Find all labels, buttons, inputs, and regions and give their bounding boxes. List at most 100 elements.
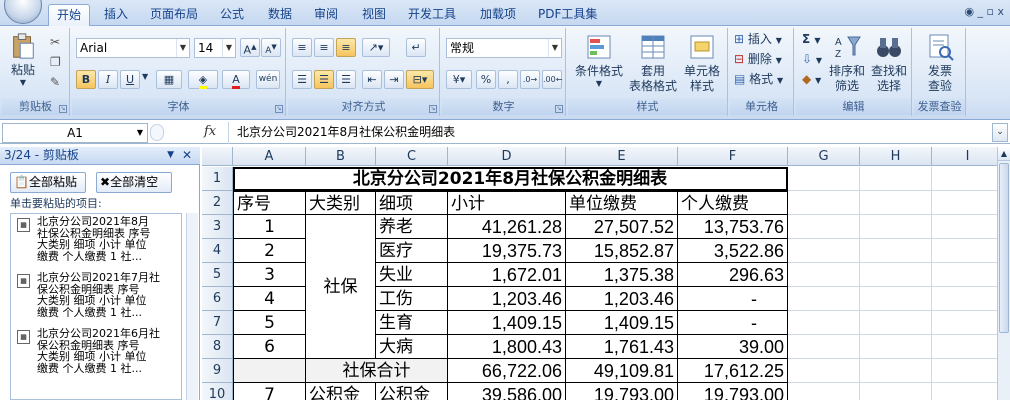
header-cell[interactable]: 小计 xyxy=(448,191,566,215)
empty-cells-area[interactable] xyxy=(788,167,997,400)
cell-styles-button[interactable]: 单元格 样式 xyxy=(678,32,726,95)
clipboard-item[interactable]: ▦ 北京分公司2021年8月 社保公积金明细表 序号 大类别 细项 小计 单位 … xyxy=(15,216,175,262)
seq-cell[interactable]: 5 xyxy=(233,311,306,335)
autosum-button[interactable]: Σ ▼ xyxy=(802,32,821,48)
item-cell[interactable]: 大病 xyxy=(376,335,448,359)
tab-addins[interactable]: 加载项 xyxy=(472,4,524,26)
company-pay-cell[interactable]: 15,852.87 xyxy=(566,239,678,263)
font-color-button[interactable]: A xyxy=(222,70,250,89)
item-cell[interactable]: 工伤 xyxy=(376,287,448,311)
underline-button[interactable]: U xyxy=(120,70,140,89)
scroll-up-icon[interactable]: ▲ xyxy=(998,147,1010,161)
increase-decimal-button[interactable]: .0→ xyxy=(520,70,540,89)
dialog-launcher-icon[interactable]: ↘ xyxy=(555,105,563,113)
clear-all-button[interactable]: ✖全部清空 xyxy=(96,172,172,193)
tab-insert[interactable]: 插入 xyxy=(96,4,136,26)
select-all-corner[interactable] xyxy=(202,147,233,166)
accounting-format-button[interactable]: ¥▾ xyxy=(446,70,472,89)
font-size-combo[interactable]: 14 ▼ xyxy=(194,38,236,58)
bold-button[interactable]: B xyxy=(76,70,96,89)
find-select-button[interactable]: 查找和 选择 xyxy=(868,32,910,95)
decrease-decimal-button[interactable]: .00← xyxy=(542,70,562,89)
grow-font-button[interactable]: A▲ xyxy=(240,38,260,57)
seq-cell[interactable]: 6 xyxy=(233,335,306,359)
clipboard-item[interactable]: ▦ 北京分公司2021年7月社 保公积金明细表 序号 大类别 细项 小计 单位 … xyxy=(15,272,175,318)
category-cell[interactable]: 社保 xyxy=(306,215,376,359)
phonetic-button[interactable]: wén xyxy=(256,70,280,89)
font-name-combo[interactable]: Arial ▼ xyxy=(76,38,190,58)
subtotal-cell[interactable]: 41,261.28 xyxy=(448,215,566,239)
header-cell[interactable]: 个人缴费 xyxy=(678,191,788,215)
format-painter-icon[interactable]: ✎ xyxy=(50,72,61,92)
column-header-e[interactable]: E xyxy=(566,147,678,166)
tab-developer[interactable]: 开发工具 xyxy=(400,4,464,26)
format-as-table-button[interactable]: 套用 表格格式 xyxy=(628,32,678,95)
number-format-combo[interactable]: 常规 ▼ xyxy=(446,38,562,58)
company-pay-cell[interactable]: 27,507.52 xyxy=(566,215,678,239)
pane-options-icon[interactable]: ▼ xyxy=(167,147,174,164)
dialog-launcher-icon[interactable]: ↘ xyxy=(59,105,67,113)
seq-cell[interactable]: 2 xyxy=(233,239,306,263)
subtotal-cell[interactable]: 1,672.01 xyxy=(448,263,566,287)
subtotal-blank-cell[interactable] xyxy=(233,359,306,383)
expand-formula-icon[interactable]: ⌄ xyxy=(992,123,1008,142)
row-header[interactable]: 2 xyxy=(202,191,233,215)
subtotal-label-cell[interactable]: 社保合计 xyxy=(306,359,448,383)
orientation-button[interactable]: ↗▾ xyxy=(362,38,390,57)
subtotal-cell[interactable]: 39,586.00 xyxy=(448,383,566,400)
category-cell[interactable]: 公积金 xyxy=(306,383,376,400)
tab-pdf-tools[interactable]: PDF工具集 xyxy=(530,4,605,26)
clipboard-scrollbar[interactable] xyxy=(186,213,198,400)
personal-pay-cell[interactable]: 19,793.00 xyxy=(678,383,788,400)
tab-page-layout[interactable]: 页面布局 xyxy=(142,4,206,26)
clipboard-item[interactable]: ▦ 北京分公司2021年6月社 保公积金明细表 序号 大类别 细项 小计 单位 … xyxy=(15,328,175,374)
copy-icon[interactable]: ❐ xyxy=(50,52,61,72)
company-pay-cell[interactable]: 1,375.38 xyxy=(566,263,678,287)
insert-cells-button[interactable]: ⊞ 插入 ▼ xyxy=(734,32,782,48)
align-center-button[interactable]: ☰ xyxy=(314,70,334,89)
align-middle-button[interactable]: ≡ xyxy=(314,38,334,57)
align-bottom-button[interactable]: ≡ xyxy=(336,38,356,57)
office-button[interactable] xyxy=(4,0,42,24)
format-cells-button[interactable]: ▤ 格式 ▼ xyxy=(734,72,783,88)
column-header-d[interactable]: D xyxy=(448,147,566,166)
column-header-i[interactable]: I xyxy=(932,147,997,166)
formula-divider-handle[interactable] xyxy=(150,124,164,141)
subtotal-personal-cell[interactable]: 17,612.25 xyxy=(678,359,788,383)
delete-cells-button[interactable]: ⊟ 删除 ▼ xyxy=(734,52,782,68)
conditional-format-button[interactable]: 条件格式 ▼ xyxy=(570,32,628,89)
row-header[interactable]: 1 xyxy=(202,167,233,191)
align-right-button[interactable]: ☰ xyxy=(336,70,356,89)
align-left-button[interactable]: ☰ xyxy=(292,70,312,89)
personal-pay-cell[interactable]: 3,522.86 xyxy=(678,239,788,263)
personal-pay-cell[interactable]: - xyxy=(678,311,788,335)
item-cell[interactable]: 医疗 xyxy=(376,239,448,263)
seq-cell[interactable]: 3 xyxy=(233,263,306,287)
personal-pay-cell[interactable]: 13,753.76 xyxy=(678,215,788,239)
paste-all-button[interactable]: 📋全部粘贴 xyxy=(10,172,86,193)
column-header-g[interactable]: G xyxy=(788,147,860,166)
merge-center-button[interactable]: ⊟▾ xyxy=(406,70,434,89)
subtotal-cell[interactable]: 1,409.15 xyxy=(448,311,566,335)
company-pay-cell[interactable]: 19,793.00 xyxy=(566,383,678,400)
insert-function-icon[interactable]: fx xyxy=(204,124,216,139)
row-header[interactable]: 10 xyxy=(202,383,233,400)
header-cell[interactable]: 细项 xyxy=(376,191,448,215)
cut-icon[interactable]: ✂ xyxy=(50,32,61,52)
column-header-h[interactable]: H xyxy=(860,147,932,166)
chevron-down-icon[interactable]: ▼ xyxy=(142,72,148,81)
borders-button[interactable]: ▦ xyxy=(156,70,182,89)
tab-view[interactable]: 视图 xyxy=(354,4,394,26)
seq-cell[interactable]: 7 xyxy=(233,383,306,400)
dialog-launcher-icon[interactable]: ↘ xyxy=(275,105,283,113)
fill-button[interactable]: ⇩ ▼ xyxy=(802,52,822,68)
subtotal-cell[interactable]: 1,203.46 xyxy=(448,287,566,311)
seq-cell[interactable]: 1 xyxy=(233,215,306,239)
close-icon[interactable]: ✕ xyxy=(182,147,192,164)
clear-button[interactable]: ◆ ▼ xyxy=(802,72,821,88)
scroll-thumb[interactable] xyxy=(999,163,1009,333)
row-header[interactable]: 9 xyxy=(202,359,233,383)
personal-pay-cell[interactable]: 296.63 xyxy=(678,263,788,287)
wrap-text-button[interactable]: ↵ xyxy=(406,38,426,57)
row-header[interactable]: 6 xyxy=(202,287,233,311)
